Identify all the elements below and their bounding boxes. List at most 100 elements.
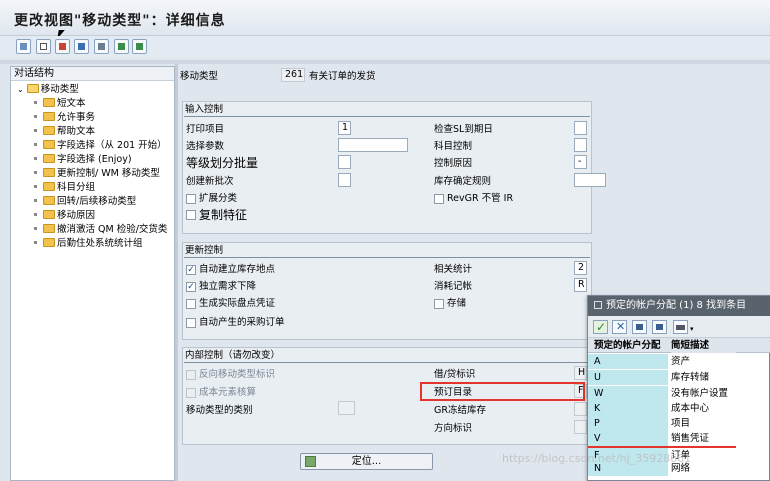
mvt-type-desc: 有关订单的发货 <box>309 71 376 82</box>
storage-label: 存储 <box>447 298 467 309</box>
copy-as-icon[interactable] <box>55 39 70 54</box>
direction-label: 方向标识 <box>434 423 473 434</box>
position-icon <box>305 456 316 467</box>
print-item-field[interactable]: 1 <box>338 121 351 135</box>
folder-icon <box>43 196 55 205</box>
storage-checkbox[interactable] <box>434 299 444 309</box>
list-item[interactable]: V 销售凭证 <box>588 431 770 446</box>
list-item[interactable]: A 资产 <box>588 354 770 369</box>
tree-item-field-select-201[interactable]: 字段选择（从 201 开始） <box>34 140 167 152</box>
create-batch-label: 创建新批次 <box>186 176 234 187</box>
reverse-ind-checkbox <box>186 370 196 380</box>
tree-header: 对话结构 <box>11 67 174 81</box>
control-reason-field[interactable]: - <box>574 155 587 169</box>
tree-item-help-text[interactable]: 帮助文本 <box>34 126 95 138</box>
tree-item-lis-stats[interactable]: 后勤住处系统统计组 <box>34 238 143 250</box>
tree-item-short-text[interactable]: 短文本 <box>34 98 86 110</box>
debit-credit-field: H <box>574 366 587 380</box>
tree-root[interactable]: ⌄ 移动类型 <box>17 84 79 96</box>
copy-feature-label: 复制特征 <box>199 208 248 222</box>
tree-item-allowed-tx[interactable]: 允许事务 <box>34 112 95 124</box>
account-control-field[interactable] <box>574 138 587 152</box>
auto-create-loc-label: 自动建立库存地点 <box>199 264 276 275</box>
stock-rule-field[interactable] <box>574 173 606 187</box>
auto-create-loc-checkbox[interactable]: ✓ <box>186 265 196 275</box>
update-control-title: 更新控制 <box>184 245 590 258</box>
cost-elem-label: 成本元素核算 <box>199 387 257 398</box>
gr-blocked-label: GR冻结库存 <box>434 405 486 416</box>
related-stats-label: 相关统计 <box>434 264 473 275</box>
position-button-label: 定位... <box>351 456 382 467</box>
indep-demand-checkbox[interactable]: ✓ <box>186 282 196 292</box>
print-icon[interactable] <box>673 320 688 334</box>
check-sl-field[interactable] <box>574 121 587 135</box>
delete-icon[interactable] <box>94 39 109 54</box>
display-change-icon[interactable] <box>16 39 31 54</box>
list-item[interactable]: W 没有帐户设置 <box>588 386 770 401</box>
watermark: https://blog.csdn.net/hj_35928661 <box>502 452 692 465</box>
next-entry-icon[interactable] <box>132 39 147 54</box>
select-param-label: 选择参数 <box>186 141 225 152</box>
related-stats-field[interactable]: 2 <box>574 261 587 275</box>
list-item[interactable]: K 成本中心 <box>588 401 770 416</box>
folder-icon <box>43 140 55 149</box>
chevron-down-icon[interactable]: ⌄ <box>17 85 24 94</box>
mvt-type-field: 261 <box>281 68 305 82</box>
gr-blocked-field <box>574 402 587 416</box>
auto-po-checkbox[interactable] <box>186 318 196 328</box>
revgr-checkbox[interactable] <box>434 194 444 204</box>
folder-icon <box>43 224 55 233</box>
consume-post-field[interactable]: R <box>574 278 587 292</box>
gen-count-doc-checkbox[interactable] <box>186 299 196 309</box>
create-batch-field[interactable] <box>338 173 351 187</box>
debit-credit-label: 借/贷标识 <box>434 369 476 380</box>
tree-item-reason[interactable]: 移动原因 <box>34 210 95 222</box>
grade-batch-field[interactable] <box>338 155 351 169</box>
account-control-label: 科目控制 <box>434 141 473 152</box>
grade-batch-label: 等级划分批量 <box>186 156 259 170</box>
popup-column-header: 预定的帐户分配 简短描述 <box>588 338 770 353</box>
title-bar: 更改视图"移动类型"：详细信息 <box>0 0 770 36</box>
consume-post-label: 消耗记帐 <box>434 281 473 292</box>
select-param-field[interactable] <box>338 138 408 152</box>
col-key-header: 预定的帐户分配 <box>594 340 661 351</box>
tree-root-label: 移动类型 <box>40 84 79 95</box>
highlight-box <box>420 382 585 401</box>
tree-item-field-select-enjoy[interactable]: 字段选择 (Enjoy) <box>34 154 132 166</box>
mvt-category-field <box>338 401 355 415</box>
popup-toolbar: ✓ ✕ ▾ <box>588 316 770 338</box>
revgr-label: RevGR 不管 IR <box>447 193 514 204</box>
cancel-icon[interactable]: ✕ <box>612 320 627 334</box>
find-icon[interactable] <box>632 320 647 334</box>
tree-item-reversal[interactable]: 回转/后续移动类型 <box>34 196 136 208</box>
tree-item-account-group[interactable]: 科目分组 <box>34 182 95 194</box>
application-toolbar <box>0 36 770 58</box>
folder-icon <box>43 98 55 107</box>
folder-icon <box>43 126 55 135</box>
previous-entry-icon[interactable] <box>114 39 129 54</box>
folder-open-icon <box>26 84 39 93</box>
dialog-structure-tree: 对话结构 ⌄ 移动类型 短文本 允许事务 帮助文本 字段选择（从 201 开始） … <box>10 66 175 481</box>
copy-feature-checkbox[interactable] <box>186 210 196 220</box>
find-next-icon[interactable] <box>652 320 667 334</box>
mvt-category-label: 移动类型的类别 <box>186 405 253 416</box>
splitter[interactable] <box>175 64 178 481</box>
chevron-down-icon[interactable]: ▾ <box>690 325 694 333</box>
cost-elem-checkbox <box>186 388 196 398</box>
undo-icon[interactable] <box>74 39 89 54</box>
col-desc-header: 简短描述 <box>671 338 736 353</box>
confirm-icon[interactable]: ✓ <box>593 320 608 334</box>
folder-icon <box>43 238 55 247</box>
popup-title-text: 预定的帐户分配 (1) 8 找到条目 <box>606 300 747 311</box>
window-icon <box>594 301 602 309</box>
list-item[interactable]: P 项目 <box>588 416 770 431</box>
position-button[interactable]: 定位... <box>300 453 433 470</box>
tree-item-qm-deact[interactable]: 撤消激活 QM 检验/交货类 <box>34 224 167 236</box>
print-item-label: 打印项目 <box>186 124 225 135</box>
ext-class-checkbox[interactable] <box>186 194 196 204</box>
folder-icon <box>43 112 55 121</box>
list-item[interactable]: U 库存转储 <box>588 370 770 385</box>
tree-item-update-control[interactable]: 更新控制/ WM 移动类型 <box>34 168 160 180</box>
new-entries-icon[interactable] <box>36 39 51 54</box>
separator <box>0 60 770 64</box>
